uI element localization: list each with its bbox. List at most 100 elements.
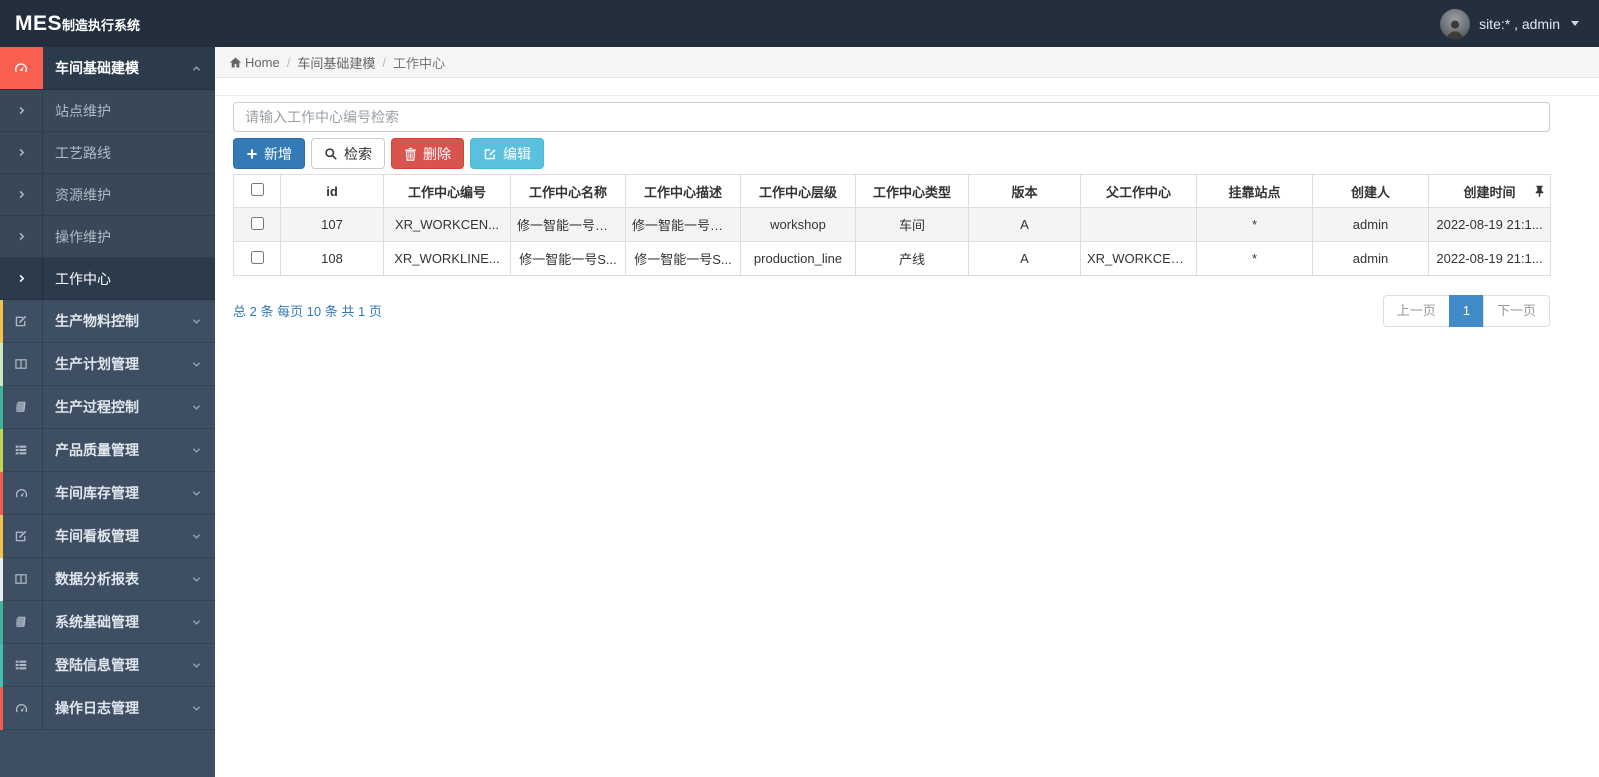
sidebar-item-operation-maintenance[interactable]: 操作维护 (0, 216, 215, 258)
sidebar-item-work-center[interactable]: 工作中心 (0, 258, 215, 300)
cell-attached-site: * (1196, 241, 1313, 276)
breadcrumb-home[interactable]: Home (229, 55, 280, 70)
sidebar-item-system-basic-management[interactable]: 系统基础管理 (0, 601, 215, 644)
sidebar-item-label: 数据分析报表 (55, 571, 139, 587)
table-row[interactable]: 108 XR_WORKLINE... 修一智能一号S... 修一智能一号S...… (233, 241, 1551, 276)
chevron-right-icon (16, 231, 27, 242)
sidebar-item-label: 生产计划管理 (55, 356, 139, 372)
row-checkbox[interactable] (250, 216, 264, 230)
cell-creator: admin (1312, 207, 1429, 242)
search-icon (324, 147, 338, 161)
sidebar-item-data-analysis-report[interactable]: 数据分析报表 (0, 558, 215, 601)
column-header-attached-site: 挂靠站点 (1196, 174, 1313, 208)
pagination-summary: 总 2 条 每页 10 条 共 1 页 (233, 304, 382, 320)
sidebar-item-resource-maintenance[interactable]: 资源维护 (0, 174, 215, 216)
accent-bar (0, 300, 3, 343)
breadcrumb: Home / 车间基础建模 / 工作中心 (215, 47, 1599, 78)
cell-parent-work-center: XR_WORKCEN... (1080, 241, 1197, 276)
cell-parent-work-center (1080, 207, 1197, 242)
chevron-down-icon (191, 531, 202, 542)
search-button[interactable]: 检索 (311, 138, 385, 169)
sidebar-item-label: 系统基础管理 (55, 614, 139, 630)
table-row[interactable]: 107 XR_WORKCEN... 修一智能一号车间 修一智能一号车间 work… (233, 207, 1551, 242)
accent-bar (0, 687, 3, 730)
accent-bar (0, 386, 3, 429)
sidebar-item-process-route[interactable]: 工艺路线 (0, 132, 215, 174)
sidebar-item-production-plan-management[interactable]: 生产计划管理 (0, 343, 215, 386)
user-label: site:* , admin (1479, 15, 1560, 32)
cell-id: 108 (280, 241, 384, 276)
th-list-icon (14, 443, 28, 457)
cell-work-center-code: XR_WORKLINE... (383, 241, 511, 276)
accent-bar (0, 429, 3, 472)
column-header-work-center-name: 工作中心名称 (510, 174, 626, 208)
row-select-cell (233, 207, 281, 242)
chevron-down-icon (191, 703, 202, 714)
accent-bar (0, 515, 3, 558)
chevron-right-icon (16, 105, 27, 116)
pagination: 上一页 1 下一页 (1382, 295, 1550, 327)
accent-bar (0, 558, 3, 601)
sidebar-item-site-maintenance[interactable]: 站点维护 (0, 90, 215, 132)
trash-icon (404, 147, 417, 161)
sidebar-item-workshop-kanban-management[interactable]: 车间看板管理 (0, 515, 215, 558)
sidebar-item-workshop-basic-modeling[interactable]: 车间基础建模 (0, 47, 215, 90)
breadcrumb-item-work-center: 工作中心 (392, 55, 445, 71)
next-page-button[interactable]: 下一页 (1482, 295, 1550, 327)
sidebar-item-workshop-inventory-management[interactable]: 车间库存管理 (0, 472, 215, 515)
book-icon (14, 400, 28, 414)
cell-work-center-code: XR_WORKCEN... (383, 207, 511, 242)
app-window: MES 制造执行系统 site:* , admin 车间基础建模 站点维护 工艺… (0, 0, 1599, 777)
breadcrumb-separator: / (382, 54, 386, 70)
cell-id: 107 (280, 207, 384, 242)
columns-icon (14, 357, 28, 371)
toolbar: 新增 检索 删除 编辑 (233, 138, 1599, 169)
delete-button[interactable]: 删除 (391, 138, 464, 169)
sidebar-item-label: 车间库存管理 (55, 485, 139, 501)
home-icon (229, 56, 242, 69)
sidebar-item-label: 产品质量管理 (55, 442, 139, 458)
select-all-checkbox[interactable] (250, 183, 264, 196)
logo-text-primary: MES (15, 11, 63, 35)
sidebar: 车间基础建模 站点维护 工艺路线 资源维护 操作维护 工作中心 生产物料控制 生… (0, 47, 215, 777)
chevron-down-icon (191, 402, 202, 413)
user-menu[interactable]: site:* , admin (1440, 8, 1599, 39)
cell-work-center-name: 修一智能一号车间 (510, 207, 626, 242)
pagination-bar: 总 2 条 每页 10 条 共 1 页 上一页 1 下一页 (233, 295, 1550, 327)
cell-work-center-type: 产线 (855, 241, 969, 276)
sidebar-item-operation-log-management[interactable]: 操作日志管理 (0, 687, 215, 730)
sidebar-item-label: 生产过程控制 (55, 399, 139, 415)
thumbtack-icon (1535, 185, 1544, 197)
sidebar-item-production-material-control[interactable]: 生产物料控制 (0, 300, 215, 343)
page-1-button[interactable]: 1 (1448, 295, 1484, 327)
select-all-cell (233, 174, 281, 208)
edit-button[interactable]: 编辑 (470, 138, 544, 169)
chevron-down-icon (191, 445, 202, 456)
logo-text-secondary: 制造执行系统 (62, 17, 141, 33)
chevron-right-icon (16, 189, 27, 200)
cell-work-center-desc: 修一智能一号S... (625, 241, 741, 276)
chevron-up-icon (191, 63, 202, 74)
sidebar-item-production-process-control[interactable]: 生产过程控制 (0, 386, 215, 429)
breadcrumb-item-workshop-modeling[interactable]: 车间基础建模 (297, 53, 375, 72)
sidebar-item-label: 站点维护 (55, 102, 111, 119)
sidebar-item-label: 登陆信息管理 (55, 657, 139, 673)
prev-page-button[interactable]: 上一页 (1382, 295, 1450, 327)
table-header-row: id 工作中心编号 工作中心名称 工作中心描述 工作中心层级 工作中心类型 版本… (233, 174, 1551, 208)
column-header-work-center-type: 工作中心类型 (855, 174, 969, 208)
sidebar-item-label: 生产物料控制 (55, 313, 139, 329)
cell-work-center-level: workshop (740, 207, 856, 242)
cell-creator: admin (1312, 241, 1429, 276)
gauge-icon (14, 486, 29, 501)
sidebar-item-login-info-management[interactable]: 登陆信息管理 (0, 644, 215, 687)
sidebar-item-label: 工作中心 (55, 270, 111, 287)
avatar (1440, 8, 1471, 39)
plus-icon (246, 148, 258, 160)
row-checkbox[interactable] (250, 250, 264, 264)
cell-work-center-desc: 修一智能一号车间 (625, 207, 741, 242)
th-list-icon (14, 658, 28, 672)
sidebar-item-product-quality-management[interactable]: 产品质量管理 (0, 429, 215, 472)
add-button[interactable]: 新增 (233, 138, 305, 169)
search-input[interactable] (233, 102, 1550, 132)
sidebar-item-label: 资源维护 (55, 186, 111, 203)
